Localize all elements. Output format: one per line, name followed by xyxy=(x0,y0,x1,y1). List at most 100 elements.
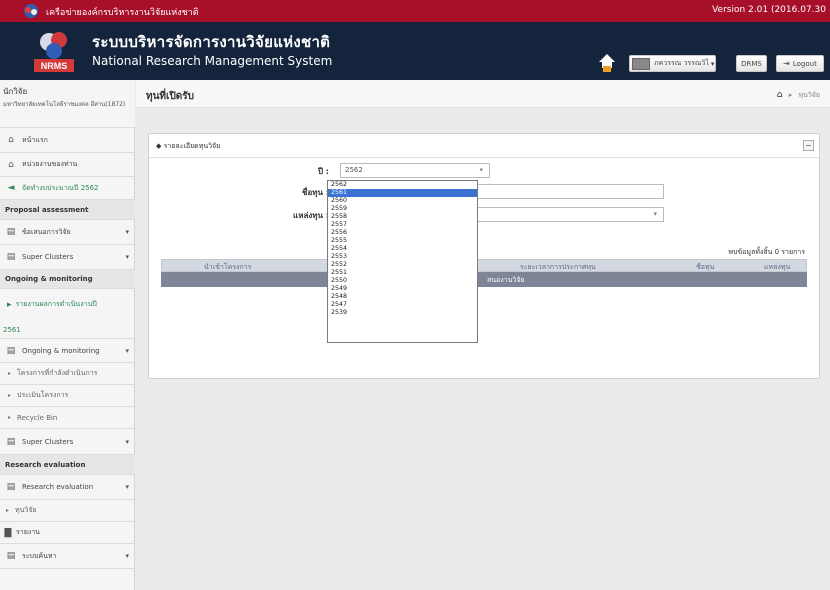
system-title-english: National Research Management System xyxy=(92,54,333,68)
year-option[interactable]: 2552 xyxy=(328,261,477,269)
sidebar-item-proposal[interactable]: ▤ ข้อเสนอการวิจัย ▾ xyxy=(0,220,135,245)
panel-header: ◆ รายละเอียดทุนวิจัย − xyxy=(149,134,819,158)
year-select[interactable]: 2562 ▾ xyxy=(340,163,490,178)
caret-down-icon: ▾ xyxy=(710,59,715,68)
page-header: ทุนที่เปิดรับ ⌂ ▸ ทุนวิจัย xyxy=(136,80,830,108)
sidebar-sub-evaluate-projects[interactable]: ▸ ประเมินโครงการ xyxy=(0,385,135,407)
year-option[interactable]: 2560 xyxy=(328,197,477,205)
bullet-icon: ▸ xyxy=(7,300,12,310)
sidebar-item-label: Ongoing & monitoring xyxy=(22,346,100,355)
top-bar: เครือข่ายองค์กรบริหารงานวิจัยแห่งชาติ Ve… xyxy=(0,0,830,22)
sidebar-item-ongoing[interactable]: ▤ Ongoing & monitoring ▾ xyxy=(0,339,135,363)
sidebar-sub-research-fund[interactable]: ▸ ทุนวิจัย xyxy=(0,500,135,522)
breadcrumb: ⌂ ▸ ทุนวิจัย xyxy=(777,90,820,101)
year-option[interactable]: 2562 xyxy=(328,181,477,189)
year-option[interactable]: 2539 xyxy=(328,309,477,317)
section-research-evaluation: Research evaluation xyxy=(0,455,135,475)
sidebar-item-label: ระบบค้นหา xyxy=(22,551,57,560)
version-label: Version 2.01 (2016.07.30 xyxy=(712,5,826,15)
logout-button[interactable]: ⇥ Logout xyxy=(776,55,824,72)
user-org: มหาวิทยาลัยเทคโนโลยีราชมงคล อีสาน(1872) xyxy=(3,101,126,108)
sidebar-item-search[interactable]: ▤ ระบบค้นหา ▾ xyxy=(0,544,135,569)
sidebar-item-label: จัดทำงบประมาณปี 2562 xyxy=(22,183,99,192)
empty-message: สนองานวิจัย xyxy=(487,276,525,284)
logout-icon: ⇥ xyxy=(783,59,790,68)
nrms-logo-icon: NRMS xyxy=(34,32,74,72)
notification-button[interactable] xyxy=(597,52,617,74)
sidebar: นักวิจัย มหาวิทยาลัยเทคโนโลยีราชมงคล อีส… xyxy=(0,80,135,590)
fund-source-label: แหล่งทุน : xyxy=(293,211,329,220)
chevron-down-icon: ▾ xyxy=(125,253,129,261)
sidebar-item-research-evaluation[interactable]: ▤ Research evaluation ▾ xyxy=(0,475,135,500)
bullet-icon: ▸ xyxy=(8,392,12,399)
year-dropdown-list[interactable]: 2562 2561 2560 2559 2558 2557 2556 2555 2554 2553… xyxy=(327,180,478,343)
result-count: พบข้อมูลทั้งสิ้น 0 รายการ xyxy=(728,248,805,256)
fund-name-label: ชื่อทุน : xyxy=(302,188,329,197)
sidebar-item-label: Recycle Bin xyxy=(17,413,58,422)
drms-button[interactable]: DRMS xyxy=(736,55,767,72)
panel-title-wrap: ◆ รายละเอียดทุนวิจัย xyxy=(156,141,220,152)
home-icon[interactable]: ⌂ xyxy=(777,90,783,100)
year-option[interactable]: 2553 xyxy=(328,253,477,261)
bullet-icon: ▸ xyxy=(8,414,12,421)
table-icon: ▤ xyxy=(6,252,16,262)
sidebar-item-label-year: 2561 xyxy=(3,326,21,334)
section-ongoing-monitoring: Ongoing & monitoring xyxy=(0,270,135,289)
collapse-button[interactable]: − xyxy=(803,140,814,151)
sidebar-item-label: รายงานผลการดำเนินงานปี xyxy=(15,300,97,308)
breadcrumb-separator-icon: ▸ xyxy=(788,91,793,99)
sidebar-item-report[interactable]: ▇ รายงาน xyxy=(0,522,135,544)
table-header: นำเข้าโครงการ ระยะเวลาการประกาศทุน ชื่อท… xyxy=(161,259,807,272)
year-option[interactable]: 2557 xyxy=(328,221,477,229)
panel-title: รายละเอียดทุนวิจัย xyxy=(163,142,221,150)
table-icon: ▤ xyxy=(6,436,16,447)
megaphone-icon: ◄ xyxy=(7,183,15,193)
year-option[interactable]: 2555 xyxy=(328,237,477,245)
year-select-value: 2562 xyxy=(345,166,363,174)
sidebar-sub-recycle-bin[interactable]: ▸ Recycle Bin xyxy=(0,407,135,429)
year-option[interactable]: 2554 xyxy=(328,245,477,253)
home-icon: ⌂ xyxy=(8,135,14,145)
sidebar-item-label: ทุนวิจัย xyxy=(15,506,37,514)
sidebar-item-label: ข้อเสนอการวิจัย xyxy=(22,227,71,236)
sidebar-sub-current-projects[interactable]: ▸ โครงการที่กำลังดำเนินการ xyxy=(0,363,135,385)
sidebar-item-label: Super Clusters xyxy=(22,437,74,446)
year-option[interactable]: 2547 xyxy=(328,301,477,309)
sidebar-item-label: หน่วยงานของท่าน xyxy=(22,160,78,168)
year-option[interactable]: 2551 xyxy=(328,269,477,277)
sidebar-item-your-unit[interactable]: ⌂ หน่วยงานของท่าน xyxy=(0,153,135,177)
sidebar-item-budget-2562[interactable]: ◄ จัดทำงบประมาณปี 2562 xyxy=(0,177,135,200)
sidebar-item-label: Research evaluation xyxy=(22,483,94,491)
year-option[interactable]: 2549 xyxy=(328,285,477,293)
year-option[interactable]: 2561 xyxy=(328,189,477,197)
chevron-down-icon: ▾ xyxy=(125,552,129,560)
main-content: ทุนที่เปิดรับ ⌂ ▸ ทุนวิจัย ◆ รายละเอียดท… xyxy=(136,80,830,590)
chevron-down-icon: ▾ xyxy=(125,228,129,236)
user-menu-button[interactable]: ภควรรณ วรรณวิไ ▾ xyxy=(629,55,716,72)
chevron-down-icon: ▾ xyxy=(125,483,129,491)
year-option[interactable]: 2556 xyxy=(328,229,477,237)
network-title: เครือข่ายองค์กรบริหารงานวิจัยแห่งชาติ xyxy=(46,8,199,18)
section-label: Ongoing & monitoring xyxy=(5,275,93,283)
home-icon: ⌂ xyxy=(8,159,14,170)
sidebar-item-home[interactable]: ⌂ หน้าแรก xyxy=(0,128,135,153)
breadcrumb-item[interactable]: ทุนวิจัย xyxy=(798,91,820,99)
year-option[interactable]: 2548 xyxy=(328,293,477,301)
year-option[interactable]: 2550 xyxy=(328,277,477,285)
chevron-down-icon: ▾ xyxy=(125,437,129,446)
sidebar-item-label: โครงการที่กำลังดำเนินการ xyxy=(17,369,98,377)
section-proposal-assessment: Proposal assessment xyxy=(0,200,135,220)
sidebar-item-label: รายงาน xyxy=(16,528,40,536)
chevron-down-icon: ▾ xyxy=(653,210,657,218)
table-icon: ▤ xyxy=(6,551,16,561)
nrms-small-logo-icon xyxy=(24,4,38,18)
bullet-icon: ▸ xyxy=(6,507,10,514)
sidebar-item-super-clusters-2[interactable]: ▤ Super Clusters ▾ xyxy=(0,429,135,455)
sidebar-item-label: หน้าแรก xyxy=(22,135,48,144)
tag-icon: ◆ xyxy=(156,142,162,150)
year-label: ปี : xyxy=(317,167,329,176)
sidebar-item-super-clusters[interactable]: ▤ Super Clusters ▾ xyxy=(0,245,135,270)
year-option[interactable]: 2559 xyxy=(328,205,477,213)
year-option[interactable]: 2558 xyxy=(328,213,477,221)
sidebar-item-progress-report[interactable]: ▸ รายงานผลการดำเนินงานปี 2561 xyxy=(0,289,135,339)
